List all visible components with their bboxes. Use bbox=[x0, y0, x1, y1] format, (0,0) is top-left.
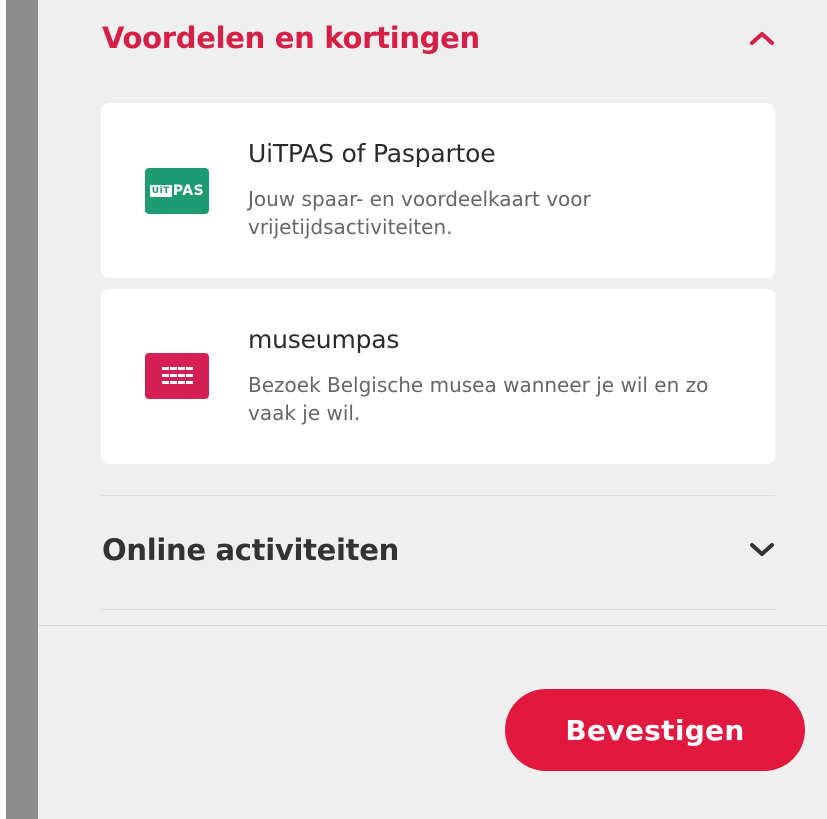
uitpas-logo-box: UiT bbox=[149, 185, 172, 197]
museumpas-logo bbox=[145, 353, 209, 399]
card-uitpas[interactable]: UiT PAS UiTPAS of Paspartoe Jouw spaar- e… bbox=[101, 103, 775, 278]
scroll-shadow bbox=[6, 0, 38, 819]
card-description: Bezoek Belgische musea wanneer je wil en… bbox=[248, 373, 709, 425]
footer-divider bbox=[38, 625, 827, 626]
uitpas-logo-text: UiT PAS bbox=[149, 183, 205, 199]
section-title: Voordelen en kortingen bbox=[102, 21, 480, 55]
section-divider bbox=[101, 495, 775, 496]
card-title: museumpas bbox=[248, 325, 400, 354]
section-header-online[interactable]: Online activiteiten bbox=[102, 520, 778, 580]
card-museumpas[interactable]: museumpas Bezoek Belgische musea wanneer… bbox=[101, 289, 775, 464]
section-divider bbox=[101, 609, 775, 610]
card-title: UiTPAS of Paspartoe bbox=[248, 139, 496, 168]
card-description: Jouw spaar- en voordeelkaart voor vrijet… bbox=[248, 187, 591, 239]
filter-panel: Voordelen en kortingen UiT PAS UiTPAS of … bbox=[38, 0, 827, 819]
chevron-down-icon[interactable] bbox=[746, 534, 778, 566]
section-title: Online activiteiten bbox=[102, 533, 399, 567]
section-header-benefits[interactable]: Voordelen en kortingen bbox=[102, 8, 778, 68]
museumpas-logo-pattern bbox=[161, 366, 193, 386]
uitpas-logo-word: PAS bbox=[172, 183, 205, 199]
uitpas-logo: UiT PAS bbox=[145, 168, 209, 214]
left-edge bbox=[0, 0, 38, 819]
chevron-up-icon[interactable] bbox=[746, 22, 778, 54]
confirm-button[interactable]: Bevestigen bbox=[505, 689, 805, 771]
